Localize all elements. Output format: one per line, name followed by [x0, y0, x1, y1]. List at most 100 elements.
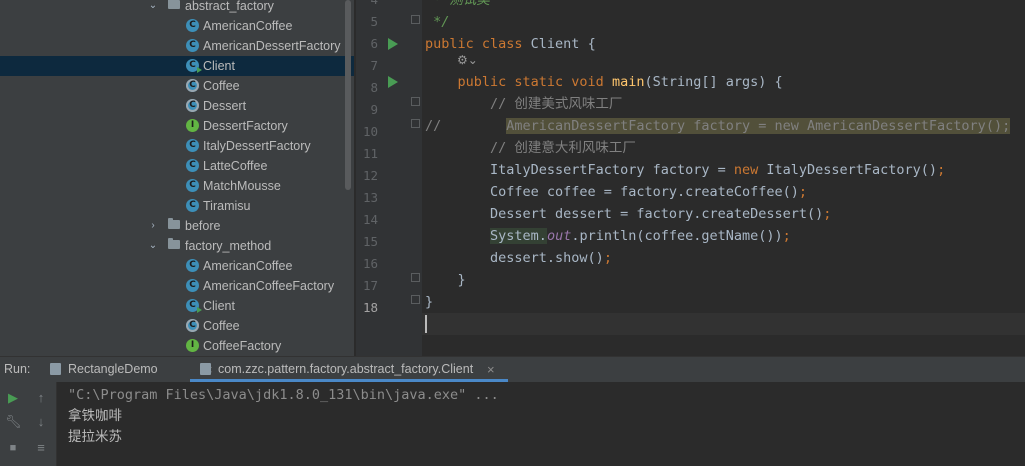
- tree-package-row[interactable]: ⌄ abstract_factory: [0, 0, 354, 16]
- system-class: System.: [490, 228, 547, 244]
- tree-package-row[interactable]: › before: [0, 216, 354, 236]
- class-icon: C: [186, 199, 199, 212]
- run-main-gutter-icon[interactable]: [388, 76, 398, 88]
- fold-marker-icon[interactable]: [411, 273, 420, 282]
- tree-item-label: Dessert: [203, 99, 247, 113]
- package-folder-icon: [168, 238, 180, 249]
- tree-class-row[interactable]: C Dessert: [0, 96, 354, 116]
- soft-wrap-icon[interactable]: ≡: [33, 440, 49, 456]
- interface-icon: I: [186, 339, 199, 352]
- fold-marker-icon[interactable]: [411, 119, 420, 128]
- wrench-icon[interactable]: 🔧︎: [5, 414, 22, 430]
- keyword: new: [733, 162, 767, 178]
- chevron-down-icon[interactable]: ⌄: [148, 236, 158, 256]
- method-name: main: [611, 74, 645, 90]
- tree-class-row[interactable]: C ItalyDessertFactory: [0, 136, 354, 156]
- code-text: .println(coffee.getName()): [571, 228, 783, 244]
- inlay-hint-icon[interactable]: ⚙⌄: [457, 53, 478, 67]
- abstract-class-icon: C: [186, 99, 199, 112]
- line-number: 14: [362, 212, 378, 227]
- code-line-7: public static void main(String[] args) {: [425, 71, 783, 93]
- tree-item-label: LatteCoffee: [203, 159, 268, 173]
- package-folder-icon: [168, 0, 180, 9]
- tab-label: com.zzc.pattern.factory.abstract_factory…: [218, 362, 474, 376]
- text-caret: [425, 315, 427, 333]
- project-tree: ⌄ abstract_factory C AmericanCoffee C America…: [0, 0, 354, 356]
- line-number: 13: [362, 190, 378, 205]
- line-number: 15: [362, 234, 378, 249]
- line-number: 8: [370, 80, 378, 95]
- tree-class-row[interactable]: C Tiramisu: [0, 196, 354, 216]
- line-number: 16: [362, 256, 378, 271]
- comment-prefix: //: [425, 118, 507, 134]
- tab-client[interactable]: com.zzc.pattern.factory.abstract_factory…: [190, 357, 508, 382]
- code-line-6: public class Client {: [425, 33, 596, 55]
- class-icon: C: [186, 159, 199, 172]
- run-config-icon: [50, 363, 61, 375]
- tree-package-row[interactable]: ⌄ factory_method: [0, 236, 354, 256]
- tree-class-row[interactable]: I DessertFactory: [0, 116, 354, 136]
- line-number: 18: [362, 300, 378, 315]
- line-number: 5: [370, 14, 378, 29]
- tree-class-row[interactable]: C AmericanCoffee: [0, 256, 354, 276]
- code-line-4: * 测试类: [425, 0, 490, 8]
- code-line-5: */: [425, 14, 450, 30]
- code-line-14: System.out.println(coffee.getName());: [425, 225, 791, 247]
- down-arrow-icon[interactable]: ↓: [33, 414, 49, 430]
- fold-marker-icon[interactable]: [411, 97, 420, 106]
- line-number: 7: [370, 58, 378, 73]
- tree-class-row[interactable]: C Coffee: [0, 316, 354, 336]
- tree-class-row[interactable]: C MatchMousse: [0, 176, 354, 196]
- tree-item-label: abstract_factory: [185, 0, 274, 13]
- method-params: (String[] args) {: [644, 74, 783, 90]
- tab-rectangle-demo[interactable]: RectangleDemo ×: [44, 357, 213, 382]
- tree-class-row[interactable]: C Coffee: [0, 76, 354, 96]
- semicolon: ;: [782, 228, 791, 244]
- up-arrow-icon[interactable]: ↑: [33, 390, 49, 406]
- code-text: ItalyDessertFactory factory =: [425, 162, 734, 178]
- line-number: 12: [362, 168, 378, 183]
- semicolon: ;: [937, 162, 946, 178]
- chevron-down-icon[interactable]: ⌄: [148, 0, 158, 16]
- tree-class-row[interactable]: C Client: [0, 56, 354, 76]
- code-line-9: // AmericanDessertFactory factory = new …: [425, 115, 1011, 137]
- tree-item-label: before: [185, 219, 221, 233]
- tree-class-row[interactable]: C AmericanCoffeeFactory: [0, 276, 354, 296]
- code-editor[interactable]: * 测试类 */ public class Client { ⚙⌄ public…: [422, 0, 1025, 356]
- code-line-15: dessert.show();: [425, 247, 612, 269]
- class-icon: C: [186, 59, 202, 73]
- interface-icon: I: [186, 119, 199, 132]
- console-output[interactable]: "C:\Program Files\Java\jdk1.8.0_131\bin\…: [56, 382, 1025, 466]
- tree-item-label: MatchMousse: [203, 179, 281, 193]
- run-toolbar: ▶ 🔧︎ ■ ↑ ↓ ≡: [0, 382, 55, 466]
- run-class-gutter-icon[interactable]: [388, 38, 398, 50]
- code-line-11: ItalyDessertFactory factory = new ItalyD…: [425, 159, 945, 181]
- chevron-right-icon[interactable]: ›: [148, 216, 158, 236]
- fold-marker-icon[interactable]: [411, 15, 420, 24]
- close-icon[interactable]: ×: [487, 357, 495, 382]
- stop-icon[interactable]: ■: [5, 440, 21, 456]
- tree-class-row[interactable]: C Client: [0, 296, 354, 316]
- tree-class-row[interactable]: C AmericanDessertFactory: [0, 36, 354, 56]
- tree-class-row[interactable]: C LatteCoffee: [0, 156, 354, 176]
- rerun-icon[interactable]: ▶: [5, 390, 21, 406]
- semicolon: ;: [603, 250, 612, 266]
- current-line-highlight: [422, 313, 1025, 335]
- tree-item-label: AmericanCoffee: [203, 19, 293, 33]
- tree-item-label: Client: [203, 59, 235, 73]
- tree-item-label: AmericanCoffee: [203, 259, 293, 273]
- code-line-8: // 创建美式风味工厂: [425, 96, 623, 112]
- static-field: out: [546, 228, 572, 244]
- tree-item-label: factory_method: [185, 239, 272, 253]
- keyword: public class: [425, 36, 531, 52]
- tree-class-row[interactable]: I CoffeeFactory: [0, 336, 354, 356]
- tree-class-row[interactable]: C AmericanCoffee: [0, 16, 354, 36]
- code-line-13: Dessert dessert = factory.createDessert(…: [425, 203, 831, 225]
- tree-item-label: ItalyDessertFactory: [203, 139, 311, 153]
- fold-marker-icon[interactable]: [411, 295, 420, 304]
- line-number: 10: [362, 124, 378, 139]
- tree-scrollbar[interactable]: [345, 0, 351, 190]
- code-line-12: Coffee coffee = factory.createCoffee();: [425, 181, 807, 203]
- code-text: Coffee coffee = factory.createCoffee(): [425, 184, 799, 200]
- line-number: 4: [356, 0, 378, 11]
